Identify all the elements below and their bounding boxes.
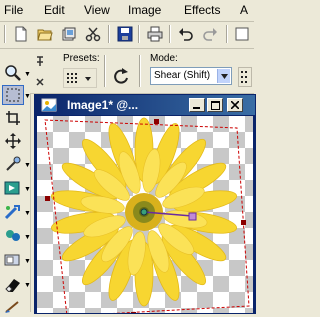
save-icon[interactable] [115, 24, 135, 44]
chevron-down-icon[interactable] [217, 69, 230, 83]
chevron-down-icon[interactable]: ▼ [24, 186, 31, 194]
paint-brush-icon[interactable] [2, 297, 24, 317]
x-icon[interactable] [36, 75, 44, 89]
chevron-down-icon[interactable]: ▼ [24, 162, 31, 170]
presets-label: Presets: [63, 53, 100, 64]
browse-icon[interactable] [59, 24, 79, 44]
redo-icon[interactable] [200, 24, 220, 44]
clone-icon[interactable] [2, 226, 24, 246]
minimize-button[interactable] [189, 98, 205, 112]
menu-bar: File Edit View Image Effects A [0, 0, 254, 22]
options-separator [104, 55, 106, 87]
eraser-icon[interactable] [2, 274, 24, 294]
toolbar-separator [169, 25, 171, 43]
picture-tube-icon[interactable] [2, 202, 24, 222]
chevron-down-icon[interactable]: ▼ [24, 234, 31, 242]
new-icon[interactable] [11, 24, 31, 44]
mode-dropdown[interactable]: Shear (Shift) [150, 67, 232, 85]
background-eraser-icon[interactable] [2, 250, 24, 270]
mode-value: Shear (Shift) [154, 70, 211, 81]
chevron-down-icon[interactable]: ▼ [24, 258, 31, 266]
menu-file[interactable]: File [4, 3, 23, 17]
extra-tool-icon[interactable] [232, 24, 252, 44]
print-icon[interactable] [145, 24, 165, 44]
tools-palette: ▼ ▼ ▼ ▼ ▼ ▼ ▼ ▼ [0, 49, 31, 313]
standard-toolbar [0, 22, 254, 49]
move-icon[interactable] [2, 131, 24, 151]
presets-dropdown[interactable] [63, 68, 97, 88]
toolbar-separator [226, 25, 228, 43]
chevron-down-icon[interactable]: ▼ [24, 210, 31, 218]
image-canvas[interactable] [37, 116, 253, 313]
pin-icon[interactable] [36, 55, 44, 69]
mode-grid-icon[interactable] [238, 67, 252, 87]
chevron-down-icon[interactable]: ▼ [24, 93, 31, 101]
close-button[interactable] [227, 98, 243, 112]
pick-handle-icon[interactable] [188, 212, 197, 221]
rotate-icon[interactable] [112, 67, 130, 88]
maximize-button[interactable] [207, 98, 223, 112]
menu-image[interactable]: Image [128, 3, 161, 17]
cut-icon[interactable] [83, 24, 103, 44]
zoom-icon[interactable] [2, 63, 24, 83]
menu-edit[interactable]: Edit [44, 3, 65, 17]
toolbar-separator [138, 25, 140, 43]
toolbar-grip [4, 25, 6, 43]
image-title-bar[interactable]: Image1* @... [35, 95, 255, 115]
image-window: Image1* @... [34, 94, 256, 314]
options-separator [139, 55, 141, 87]
color-replace-icon[interactable] [2, 178, 24, 198]
chevron-down-icon[interactable]: ▼ [24, 282, 31, 290]
mode-label: Mode: [150, 53, 178, 64]
flower-image [44, 117, 250, 313]
crop-icon[interactable] [2, 108, 24, 128]
open-icon[interactable] [35, 24, 55, 44]
menu-effects[interactable]: Effects [184, 3, 220, 17]
dropper-icon[interactable] [2, 154, 24, 174]
undo-icon[interactable] [176, 24, 196, 44]
image-title: Image1* @... [67, 98, 139, 112]
menu-more[interactable]: A [240, 3, 248, 17]
tool-options-bar: Presets: Mode: Shear (Shift) [30, 49, 254, 94]
selection-icon[interactable] [2, 85, 24, 105]
image-window-icon [41, 98, 61, 115]
toolbar-separator [108, 25, 110, 43]
menu-view[interactable]: View [84, 3, 110, 17]
